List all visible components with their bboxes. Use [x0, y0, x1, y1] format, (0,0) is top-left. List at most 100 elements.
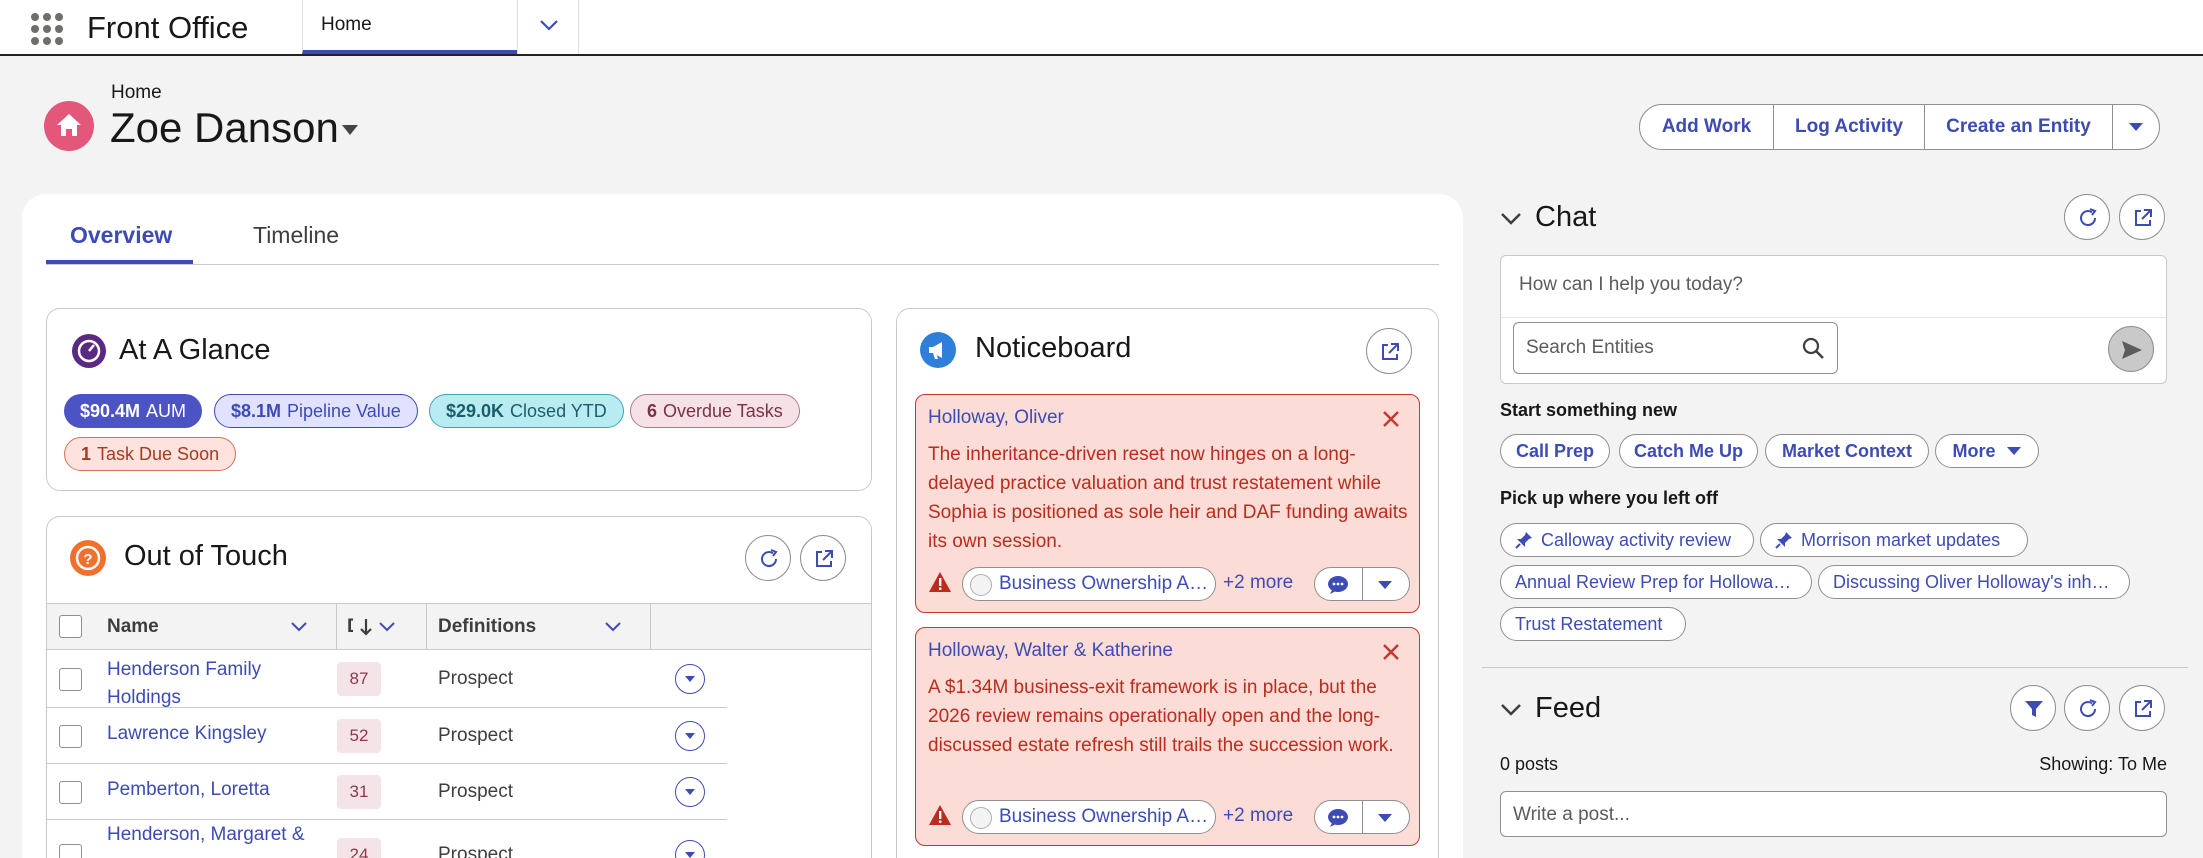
table-row[interactable]: Pemberton, Loretta 31 Prospect	[47, 764, 727, 820]
send-button[interactable]	[2108, 326, 2154, 372]
related-entity-chip[interactable]: Business Ownership A…	[962, 800, 1216, 834]
row-checkbox[interactable]	[59, 844, 82, 858]
refresh-button[interactable]	[2064, 685, 2110, 731]
chat-bubble-icon[interactable]	[1327, 575, 1349, 595]
chevron-down-icon	[540, 20, 558, 31]
row-action-button[interactable]	[675, 721, 705, 751]
recent-chat-item[interactable]: Trust Restatement	[1500, 607, 1686, 641]
more-actions-button[interactable]	[2112, 104, 2160, 150]
pipeline-pill[interactable]: $8.1M Pipeline Value	[214, 394, 418, 428]
table-row[interactable]: Henderson, Margaret & 24 Prospect	[47, 820, 727, 858]
breadcrumb[interactable]: Home	[111, 82, 162, 104]
external-link-icon	[816, 550, 833, 567]
select-all-checkbox[interactable]	[59, 615, 82, 638]
row-name-link[interactable]: Pemberton, Loretta	[107, 779, 270, 801]
tab-timeline[interactable]: Timeline	[253, 222, 339, 249]
overdue-tasks-pill[interactable]: 6 Overdue Tasks	[630, 394, 800, 428]
feed-title: Feed	[1535, 692, 1602, 724]
related-entity-chip[interactable]: Business Ownership A…	[962, 567, 1216, 601]
caret-down-icon[interactable]	[1377, 580, 1393, 590]
chevron-down-icon[interactable]	[1500, 703, 1522, 717]
chevron-down-icon[interactable]	[290, 621, 308, 633]
refresh-button[interactable]	[2064, 194, 2110, 240]
open-external-button[interactable]	[1366, 328, 1412, 374]
at-a-glance-title: At A Glance	[119, 334, 271, 366]
chat-input[interactable]: How can I help you today?	[1519, 274, 1743, 296]
tab-overview[interactable]: Overview	[70, 222, 172, 249]
market-context-button[interactable]: Market Context	[1765, 434, 1929, 468]
pill-label: Closed YTD	[510, 400, 607, 421]
close-icon[interactable]	[1381, 409, 1401, 429]
more-link[interactable]: +2 more	[1223, 805, 1293, 827]
column-header-definitions[interactable]: Definitions	[438, 616, 536, 638]
row-action-button[interactable]	[675, 840, 705, 858]
caret-down-icon[interactable]	[1377, 813, 1393, 823]
row-checkbox[interactable]	[59, 725, 82, 748]
chevron-down-icon[interactable]	[1500, 212, 1522, 226]
search-placeholder: Search Entities	[1526, 337, 1654, 358]
nav-tab-label: Home	[321, 14, 372, 35]
open-external-button[interactable]	[800, 535, 846, 581]
chevron-down-icon[interactable]	[378, 621, 396, 633]
nav-tab-home[interactable]: Home	[302, 0, 517, 54]
recent-chat-item[interactable]: Discussing Oliver Holloway's inh…	[1818, 565, 2130, 599]
start-something-new-label: Start something new	[1500, 400, 1678, 420]
chip-label: Business Ownership A…	[999, 573, 1209, 594]
notice-entity-link[interactable]: Holloway, Walter & Katherine	[928, 640, 1173, 662]
row-score: 24	[337, 838, 381, 858]
recent-chat-label: Discussing Oliver Holloway's inh…	[1833, 571, 2110, 592]
row-action-button[interactable]	[675, 777, 705, 807]
write-post-input[interactable]: Write a post...	[1500, 791, 2167, 837]
row-definition: Prospect	[438, 781, 513, 802]
task-due-soon-pill[interactable]: 1 Task Due Soon	[64, 437, 237, 471]
row-name-link[interactable]: Henderson Family Holdings	[107, 656, 297, 712]
closed-ytd-pill[interactable]: $29.0K Closed YTD	[429, 394, 624, 428]
more-button[interactable]: More	[1935, 434, 2039, 468]
svg-text:?: ?	[83, 551, 92, 568]
refresh-button[interactable]	[745, 535, 791, 581]
notice-entity-link[interactable]: Holloway, Oliver	[928, 407, 1064, 429]
row-checkbox[interactable]	[59, 781, 82, 804]
chevron-down-icon[interactable]	[604, 621, 622, 633]
column-header-days[interactable]: D	[347, 616, 353, 638]
warning-icon	[929, 572, 951, 592]
recent-chat-label: Morrison market updates	[1801, 529, 2001, 550]
open-external-button[interactable]	[2119, 194, 2165, 240]
recent-chat-item[interactable]: Calloway activity review	[1500, 523, 1754, 557]
recent-chat-item[interactable]: Annual Review Prep for Hollowa…	[1500, 565, 1812, 599]
refresh-icon	[2080, 208, 2097, 227]
open-external-button[interactable]	[2119, 685, 2165, 731]
log-activity-button[interactable]: Log Activity	[1773, 104, 1925, 150]
row-name-link[interactable]: Lawrence Kingsley	[107, 723, 266, 745]
table-row[interactable]: Lawrence Kingsley 52 Prospect	[47, 708, 727, 764]
search-entities-input[interactable]: Search Entities	[1513, 322, 1838, 374]
post-placeholder: Write a post...	[1513, 804, 1630, 825]
feed-showing-filter[interactable]: Showing: To Me	[2039, 754, 2167, 775]
caret-down-icon[interactable]	[342, 125, 358, 135]
create-entity-button[interactable]: Create an Entity	[1924, 104, 2113, 150]
add-work-button[interactable]: Add Work	[1639, 104, 1774, 150]
notice-actions	[1314, 567, 1410, 601]
app-launcher-icon[interactable]	[27, 9, 63, 45]
filter-button[interactable]	[2010, 685, 2056, 731]
more-link[interactable]: +2 more	[1223, 572, 1293, 594]
recent-chat-label: Annual Review Prep for Hollowa…	[1515, 571, 1792, 592]
aum-pill[interactable]: $90.4M AUM	[64, 394, 203, 428]
column-header-name[interactable]: Name	[107, 616, 159, 638]
nav-menu-chevron-button[interactable]	[517, 0, 579, 54]
briefcase-icon	[970, 807, 992, 829]
call-prep-button[interactable]: Call Prep	[1500, 434, 1610, 468]
sort-descending-icon[interactable]	[359, 617, 373, 637]
row-checkbox[interactable]	[59, 668, 82, 691]
row-name-link[interactable]: Henderson, Margaret &	[107, 824, 305, 846]
row-definition: Prospect	[438, 725, 513, 746]
row-action-button[interactable]	[675, 664, 705, 694]
notice-body: A $1.34M business-exit framework is in p…	[928, 677, 1394, 756]
recent-chat-item[interactable]: Morrison market updates	[1760, 523, 2028, 557]
catch-me-up-button[interactable]: Catch Me Up	[1619, 434, 1758, 468]
close-icon[interactable]	[1381, 642, 1401, 662]
recent-chat-label: Calloway activity review	[1541, 529, 1732, 550]
gauge-icon	[72, 334, 106, 368]
chat-bubble-icon[interactable]	[1327, 808, 1349, 828]
table-row[interactable]: Henderson Family Holdings 87 Prospect	[47, 651, 727, 708]
